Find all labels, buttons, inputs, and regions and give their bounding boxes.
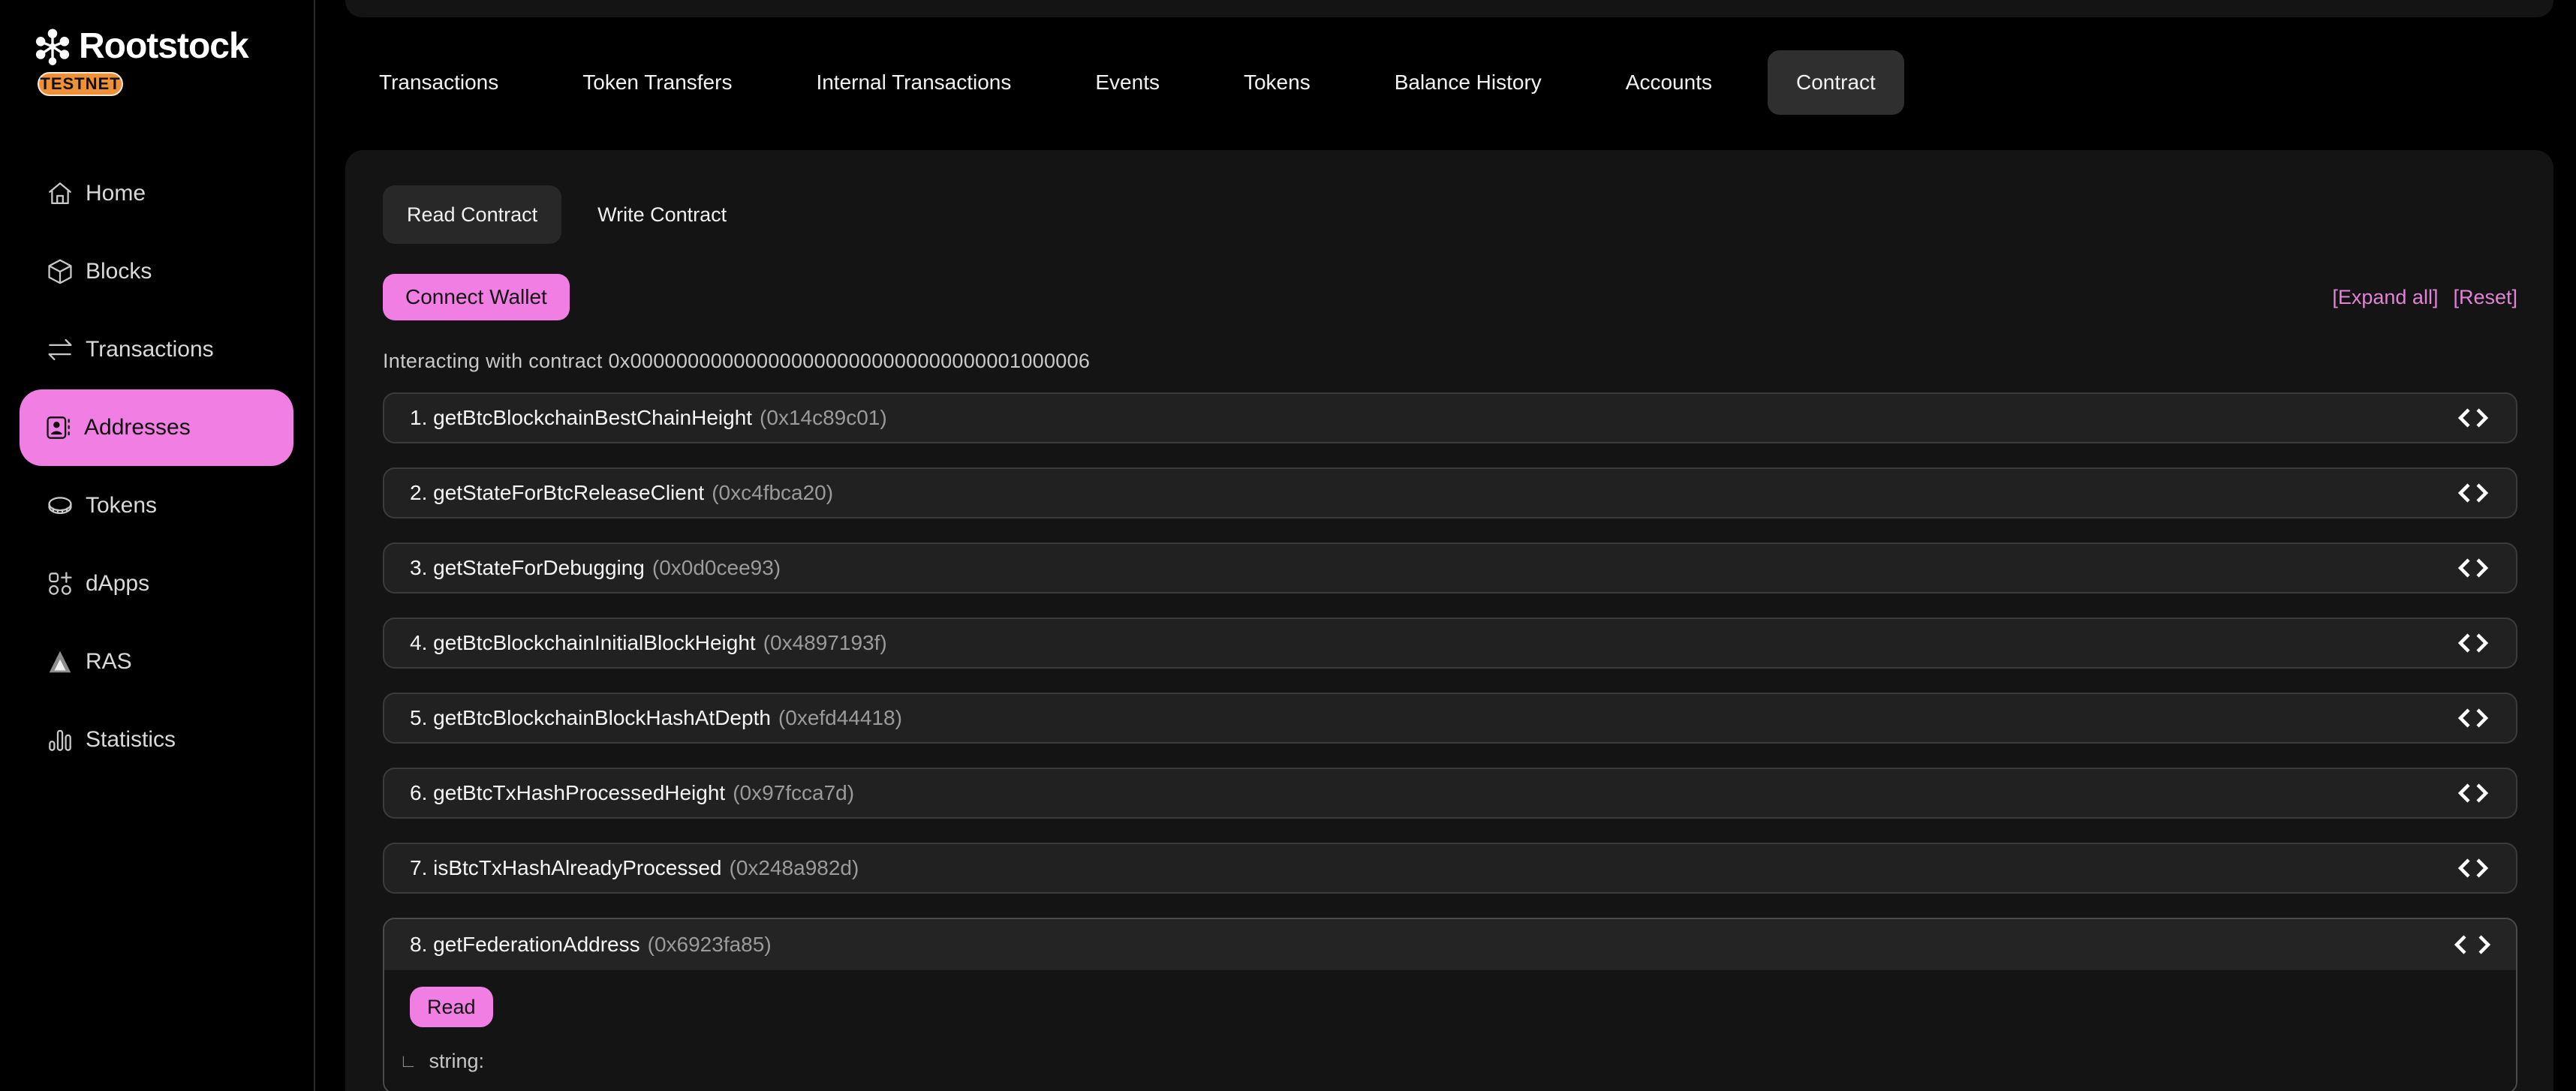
sidebar-item-blocks[interactable]: Blocks (0, 233, 314, 310)
code-icon[interactable] (2456, 855, 2490, 881)
function-row-2[interactable]: 2. getStateForBtcReleaseClient (0xc4fbca… (383, 467, 2517, 518)
sidebar-item-label: Statistics (86, 727, 176, 753)
coin-icon (45, 491, 75, 521)
code-icon[interactable] (2454, 932, 2490, 957)
tab-transactions[interactable]: Transactions (337, 47, 540, 119)
app-root: Rootstock TESTNET Home Blocks Transacti (0, 0, 2576, 1091)
sidebar-item-label: Blocks (86, 259, 152, 284)
code-icon[interactable] (2456, 705, 2490, 731)
function-call-body: Read ∟ string: (384, 970, 2516, 1091)
tab-read-contract[interactable]: Read Contract (383, 185, 561, 244)
output-type-label: string: (429, 1050, 485, 1073)
tab-internal-transactions[interactable]: Internal Transactions (774, 47, 1053, 119)
function-selector: (0xefd44418) (778, 706, 902, 730)
function-selector: (0x14c89c01) (760, 406, 887, 430)
function-row-6[interactable]: 6. getBtcTxHashProcessedHeight (0x97fcca… (383, 768, 2517, 819)
reset-link[interactable]: [Reset] (2453, 286, 2517, 309)
function-name: 1. getBtcBlockchainBestChainHeight (410, 406, 752, 430)
wallet-actions-row: Connect Wallet [Expand all] [Reset] (383, 274, 2517, 320)
function-row-4[interactable]: 4. getBtcBlockchainInitialBlockHeight (0… (383, 618, 2517, 669)
grid-plus-icon (45, 569, 75, 599)
interacting-with-contract-text: Interacting with contract 0x000000000000… (383, 350, 2517, 373)
code-icon[interactable] (2456, 780, 2490, 806)
sidebar-item-label: Transactions (86, 337, 214, 362)
function-row-1[interactable]: 1. getBtcBlockchainBestChainHeight (0x14… (383, 392, 2517, 443)
tab-token-transfers[interactable]: Token Transfers (540, 47, 774, 119)
swap-arrows-icon (45, 335, 75, 365)
contact-card-icon (44, 413, 74, 443)
function-row-8-expanded: 8. getFederationAddress (0x6923fa85) Rea… (383, 918, 2517, 1091)
tab-balance-history[interactable]: Balance History (1353, 47, 1584, 119)
interacting-prefix: Interacting with contract (383, 350, 603, 372)
sidebar-item-ras[interactable]: RAS (0, 624, 314, 700)
sidebar-item-tokens[interactable]: Tokens (0, 467, 314, 544)
function-row-7[interactable]: 7. isBtcTxHashAlreadyProcessed (0x248a98… (383, 843, 2517, 894)
connect-wallet-button[interactable]: Connect Wallet (383, 274, 570, 320)
home-icon (45, 179, 75, 209)
function-name: 3. getStateForDebugging (410, 556, 645, 580)
sidebar-item-transactions[interactable]: Transactions (0, 311, 314, 388)
sidebar: Rootstock TESTNET Home Blocks Transacti (0, 0, 315, 1091)
function-selector: (0x248a982d) (730, 856, 859, 880)
function-row-3[interactable]: 3. getStateForDebugging (0x0d0cee93) (383, 542, 2517, 594)
list-actions: [Expand all] [Reset] (2332, 286, 2517, 309)
sidebar-nav: Home Blocks Transactions (0, 155, 314, 780)
rootstock-logo-icon (35, 28, 71, 65)
return-hook-icon: ∟ (399, 1051, 417, 1072)
cube-icon (45, 257, 75, 287)
read-button[interactable]: Read (410, 987, 493, 1027)
sidebar-item-label: Addresses (84, 415, 191, 440)
function-name: 6. getBtcTxHashProcessedHeight (410, 781, 725, 805)
contract-address: 0x00000000000000000000000000000000010000… (608, 350, 1090, 372)
address-tabbar: Transactions Token Transfers Internal Tr… (337, 47, 1918, 119)
tab-tokens[interactable]: Tokens (1202, 47, 1353, 119)
contract-panel: Read Contract Write Contract Connect Wal… (345, 150, 2553, 1091)
function-name: 5. getBtcBlockchainBlockHashAtDepth (410, 706, 771, 730)
tab-events[interactable]: Events (1053, 47, 1202, 119)
sidebar-item-label: Tokens (86, 493, 157, 518)
sidebar-item-statistics[interactable]: Statistics (0, 702, 314, 778)
sidebar-item-addresses[interactable]: Addresses (20, 389, 293, 466)
function-selector: (0x4897193f) (763, 631, 887, 655)
brand-logo[interactable]: Rootstock (35, 26, 248, 67)
code-icon[interactable] (2456, 480, 2490, 506)
tab-accounts[interactable]: Accounts (1584, 47, 1754, 119)
sidebar-item-dapps[interactable]: dApps (0, 546, 314, 622)
function-name: 8. getFederationAddress (410, 933, 640, 957)
function-selector: (0x0d0cee93) (652, 556, 781, 580)
bar-chart-icon (45, 725, 75, 755)
code-icon[interactable] (2456, 405, 2490, 431)
function-row-8[interactable]: 8. getFederationAddress (0x6923fa85) (384, 919, 2516, 970)
expand-all-link[interactable]: [Expand all] (2332, 286, 2438, 309)
sidebar-item-label: RAS (86, 649, 132, 675)
function-name: 4. getBtcBlockchainInitialBlockHeight (410, 631, 756, 655)
tab-contract[interactable]: Contract (1768, 50, 1904, 115)
code-icon[interactable] (2456, 630, 2490, 656)
function-name: 7. isBtcTxHashAlreadyProcessed (410, 856, 722, 880)
brand-name: Rootstock (79, 26, 248, 67)
function-output-row: ∟ string: (399, 1050, 2490, 1073)
previous-card-bottom-edge (345, 0, 2553, 17)
triangle-icon (45, 647, 75, 677)
function-list: 1. getBtcBlockchainBestChainHeight (0x14… (383, 392, 2517, 1091)
function-name: 2. getStateForBtcReleaseClient (410, 481, 704, 505)
tab-write-contract[interactable]: Write Contract (567, 185, 757, 244)
sidebar-item-home[interactable]: Home (0, 155, 314, 232)
sidebar-item-label: dApps (86, 571, 149, 597)
function-row-5[interactable]: 5. getBtcBlockchainBlockHashAtDepth (0xe… (383, 693, 2517, 744)
sidebar-item-label: Home (86, 181, 146, 206)
network-badge: TESTNET (38, 72, 123, 96)
code-icon[interactable] (2456, 555, 2490, 581)
contract-view-tabs: Read Contract Write Contract (383, 185, 2517, 244)
function-selector: (0xc4fbca20) (712, 481, 833, 505)
function-selector: (0x6923fa85) (648, 933, 772, 957)
function-selector: (0x97fcca7d) (733, 781, 854, 805)
